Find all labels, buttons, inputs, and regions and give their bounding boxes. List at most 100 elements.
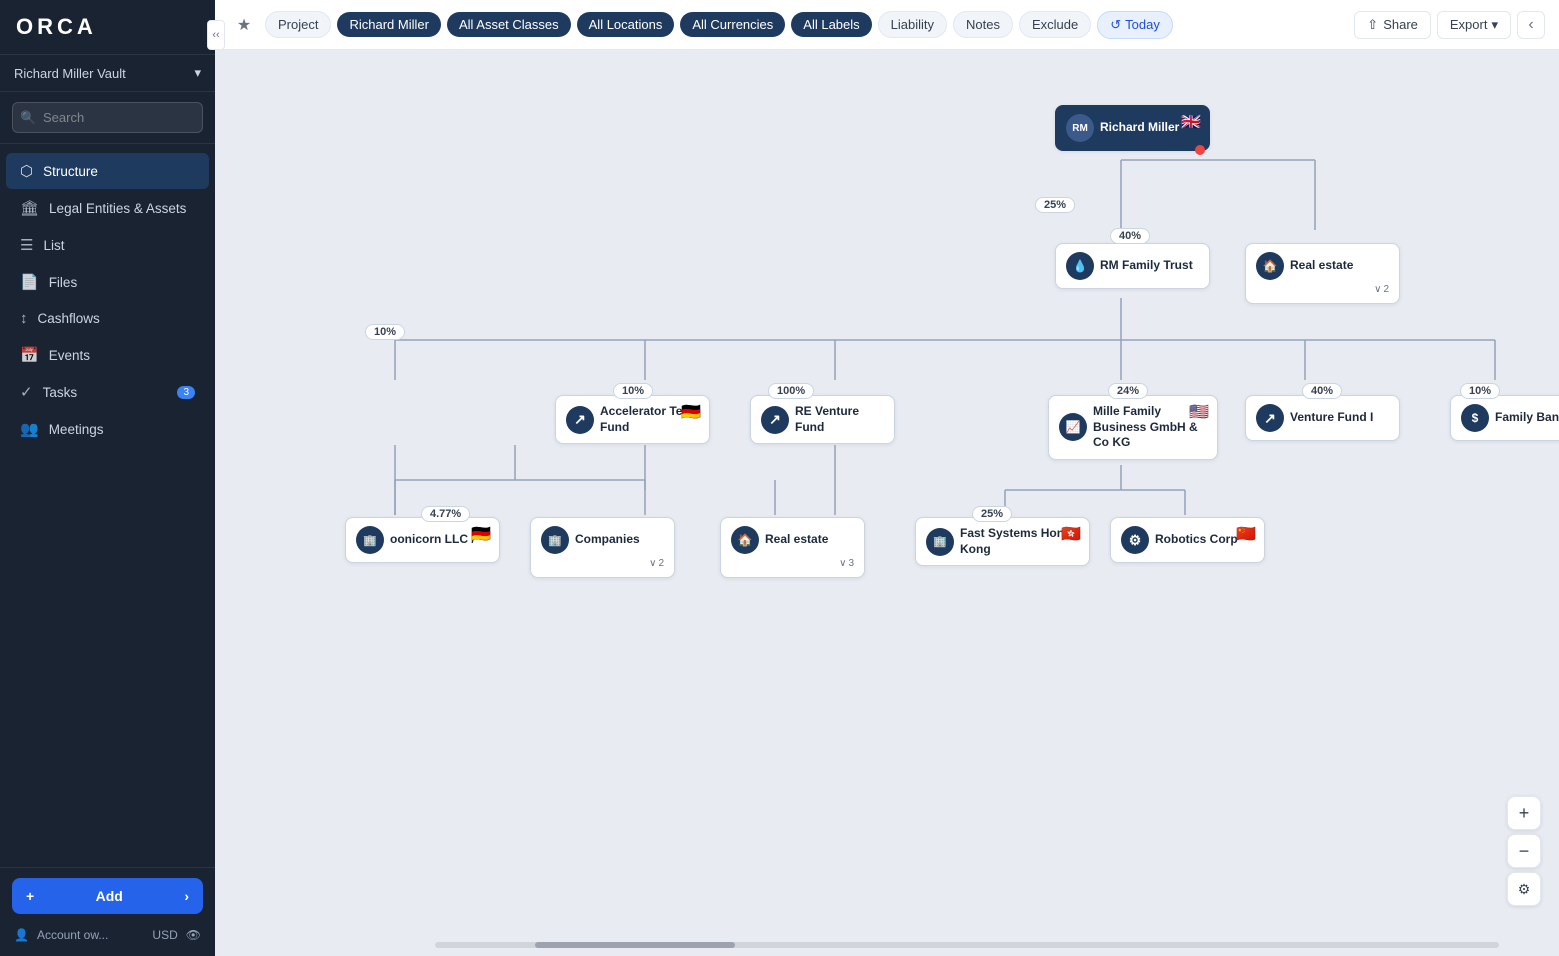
nav-arrow-button[interactable]: ‹ <box>1517 11 1545 39</box>
node-real-estate-mid[interactable]: 🏠 Real estate ∨3 <box>720 517 865 578</box>
person-filter-button[interactable]: Richard Miller <box>337 12 440 37</box>
sidebar-item-label: Cashflows <box>38 311 100 326</box>
flag-icon: 🇺🇸 <box>1189 402 1209 422</box>
asset-classes-button[interactable]: All Asset Classes <box>447 12 571 37</box>
percent-badge-477: 4.77% <box>421 506 470 522</box>
locations-button[interactable]: All Locations <box>577 12 675 37</box>
percent-badge-100: 100% <box>768 383 814 399</box>
sidebar-item-files[interactable]: 📄 Files <box>6 264 209 300</box>
files-icon: 📄 <box>20 273 39 291</box>
node-title: oonicorn LLC / <box>390 532 475 548</box>
star-button[interactable]: ★ <box>229 10 259 40</box>
sidebar-item-label: Structure <box>43 164 98 179</box>
scrollbar-thumb[interactable] <box>535 942 735 948</box>
currencies-button[interactable]: All Currencies <box>680 12 785 37</box>
sidebar: ORCA Richard Miller Vault ▾ 🔍 ⬡ Structur… <box>0 0 215 956</box>
node-companies[interactable]: 🏢 Companies ∨2 <box>530 517 675 578</box>
percent-badge-10-accel: 10% <box>613 383 653 399</box>
chart-icon: ↗ <box>566 406 594 434</box>
trust-icon: 💧 <box>1066 252 1094 280</box>
sidebar-nav: ⬡ Structure 🏛 Legal Entities & Assets ☰ … <box>0 144 215 867</box>
rm-avatar: RM <box>1066 114 1094 142</box>
percent-badge-24: 24% <box>1108 383 1148 399</box>
bank-icon: $ <box>1461 404 1489 432</box>
zoom-in-button[interactable]: + <box>1507 796 1541 830</box>
currency-label: USD <box>152 928 177 942</box>
red-dot-notification <box>1195 145 1205 155</box>
sidebar-collapse-button[interactable]: ‹‹ <box>207 20 225 50</box>
node-fast-systems[interactable]: 🏢 Fast Systems Hong Kong 🇭🇰 <box>915 517 1090 566</box>
sidebar-item-label: Meetings <box>49 422 104 437</box>
sidebar-item-label: List <box>43 238 64 253</box>
labels-button[interactable]: All Labels <box>791 12 871 37</box>
node-family-bank[interactable]: $ Family Bank <box>1450 395 1559 441</box>
share-button[interactable]: ⇧ Share <box>1354 11 1431 39</box>
venture-icon: ↗ <box>761 406 789 434</box>
node-title: Companies <box>575 532 640 548</box>
percent-badge-40-venture: 40% <box>1302 383 1342 399</box>
connectors-svg <box>215 50 1559 956</box>
node-robotics-corp[interactable]: ⚙ Robotics Corp 🇨🇳 <box>1110 517 1265 563</box>
add-button[interactable]: + Add › <box>12 878 203 914</box>
sidebar-item-legal[interactable]: 🏛 Legal Entities & Assets <box>6 190 209 226</box>
node-hoonicorn[interactable]: 🏢 oonicorn LLC / 🇩🇪 <box>345 517 500 563</box>
expand-indicator: ∨2 <box>1256 284 1389 295</box>
logo-text: ORCA <box>16 14 97 40</box>
canvas: 25% RM Richard Miller 🇬🇧 40% 💧 RM Family… <box>215 50 1559 956</box>
account-row: 👤 Account ow... USD 👁 <box>12 924 203 946</box>
canvas-scrollbar[interactable] <box>435 942 1499 948</box>
node-title: Real estate <box>1290 258 1353 274</box>
account-icon: 👤 <box>14 928 29 942</box>
robotics-icon: ⚙ <box>1121 526 1149 554</box>
sidebar-item-list[interactable]: ☰ List <box>6 227 209 263</box>
search-container: 🔍 <box>0 92 215 144</box>
node-title: Venture Fund I <box>1290 410 1373 426</box>
hoonicorn-icon: 🏢 <box>356 526 384 554</box>
search-input[interactable] <box>12 102 203 133</box>
exclude-button[interactable]: Exclude <box>1019 11 1091 38</box>
structure-icon: ⬡ <box>20 162 33 180</box>
project-button[interactable]: Project <box>265 11 331 38</box>
today-button[interactable]: ↺Today <box>1097 11 1173 39</box>
refresh-icon: ↺ <box>1110 17 1121 32</box>
percent-badge-10-right: 10% <box>1460 383 1500 399</box>
sidebar-item-meetings[interactable]: 👥 Meetings <box>6 411 209 447</box>
flag-icon: 🇩🇪 <box>471 524 491 544</box>
sidebar-item-label: Tasks <box>43 385 78 400</box>
vault-name: Richard Miller Vault <box>14 66 126 81</box>
node-accelerator-tech[interactable]: ↗ Accelerator Tech Fund 🇩🇪 <box>555 395 710 444</box>
main-content: ★ Project Richard Miller All Asset Class… <box>215 0 1559 956</box>
liability-button[interactable]: Liability <box>878 11 947 38</box>
sidebar-item-label: Files <box>49 275 78 290</box>
sidebar-item-tasks[interactable]: ✓ Tasks 3 <box>6 374 209 410</box>
fast-systems-icon: 🏢 <box>926 528 954 556</box>
zoom-out-button[interactable]: − <box>1507 834 1541 868</box>
node-venture-fund[interactable]: ↗ Venture Fund I <box>1245 395 1400 441</box>
flag-icon: 🇨🇳 <box>1236 524 1256 544</box>
zoom-settings-button[interactable]: ⚙ <box>1507 872 1541 906</box>
zoom-controls: + − ⚙ <box>1507 796 1541 906</box>
share-icon: ⇧ <box>1367 17 1378 33</box>
flag-icon: 🇭🇰 <box>1061 524 1081 544</box>
home-icon: 🏠 <box>1256 252 1284 280</box>
node-rm-family-trust[interactable]: 💧 RM Family Trust <box>1055 243 1210 289</box>
companies-icon: 🏢 <box>541 526 569 554</box>
toolbar: ★ Project Richard Miller All Asset Class… <box>215 0 1559 50</box>
meetings-icon: 👥 <box>20 420 39 438</box>
sidebar-item-cashflows[interactable]: ↕ Cashflows <box>6 301 209 336</box>
node-title: RE Venture Fund <box>795 404 884 435</box>
tasks-icon: ✓ <box>20 383 33 401</box>
notes-button[interactable]: Notes <box>953 11 1013 38</box>
node-real-estate-top[interactable]: 🏠 Real estate ∨2 <box>1245 243 1400 304</box>
node-mille-family[interactable]: 📈 Mille Family Business GmbH & Co KG 🇺🇸 <box>1048 395 1218 460</box>
export-button[interactable]: Export ▾ <box>1437 11 1511 39</box>
node-re-venture[interactable]: ↗ RE Venture Fund <box>750 395 895 444</box>
vault-selector[interactable]: Richard Miller Vault ▾ <box>0 55 215 92</box>
sidebar-item-events[interactable]: 📅 Events <box>6 337 209 373</box>
sidebar-item-label: Legal Entities & Assets <box>49 201 186 216</box>
chevron-right-icon: › <box>184 888 189 904</box>
visibility-icon[interactable]: 👁 <box>186 928 201 942</box>
node-richard-miller[interactable]: RM Richard Miller 🇬🇧 <box>1055 105 1210 151</box>
legal-icon: 🏛 <box>20 199 39 217</box>
sidebar-item-structure[interactable]: ⬡ Structure <box>6 153 209 189</box>
